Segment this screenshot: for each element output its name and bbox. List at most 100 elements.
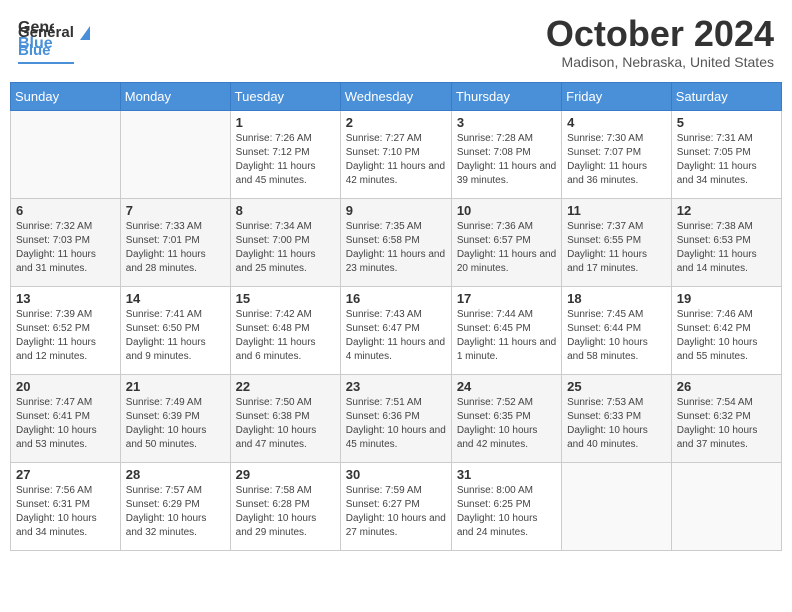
calendar-header-row: SundayMondayTuesdayWednesdayThursdayFrid… xyxy=(11,82,782,110)
col-header-saturday: Saturday xyxy=(671,82,781,110)
calendar-cell: 18 Sunrise: 7:45 AMSunset: 6:44 PMDayligh… xyxy=(562,286,672,374)
calendar-cell: 3 Sunrise: 7:28 AMSunset: 7:08 PMDaylight… xyxy=(451,110,561,198)
day-number: 17 xyxy=(457,291,556,306)
calendar-cell: 9Sunrise: 7:35 AMSunset: 6:58 PMDaylight… xyxy=(340,198,451,286)
calendar-cell: 20 Sunrise: 7:47 AMSunset: 6:41 PMDayligh… xyxy=(11,374,121,462)
calendar-week-3: 13 Sunrise: 7:39 AMSunset: 6:52 PMDayligh… xyxy=(11,286,782,374)
day-number: 10 xyxy=(457,203,556,218)
day-info: Sunrise: 7:33 AMSunset: 7:01 PMDaylight:… xyxy=(126,220,225,276)
calendar-cell: 8 Sunrise: 7:34 AMSunset: 7:00 PMDaylight… xyxy=(230,198,340,286)
calendar-cell xyxy=(11,110,121,198)
day-info: Sunrise: 7:27 AMSunset: 7:10 PMDaylight:… xyxy=(346,132,446,188)
day-info: Sunrise: 7:38 AMSunset: 6:53 PMDaylight:… xyxy=(677,220,776,276)
calendar-cell xyxy=(671,462,781,550)
day-info: Sunrise: 7:50 AMSunset: 6:38 PMDaylight:… xyxy=(236,396,335,452)
calendar-cell: 10 Sunrise: 7:36 AMSunset: 6:57 PMDayligh… xyxy=(451,198,561,286)
day-number: 1 xyxy=(236,115,335,130)
calendar-cell: 12Sunrise: 7:38 AMSunset: 6:53 PMDayligh… xyxy=(671,198,781,286)
day-info: Sunrise: 7:37 AMSunset: 6:55 PMDaylight:… xyxy=(567,220,666,276)
calendar-week-2: 6 Sunrise: 7:32 AMSunset: 7:03 PMDaylight… xyxy=(11,198,782,286)
day-info: Sunrise: 7:36 AMSunset: 6:57 PMDaylight:… xyxy=(457,220,556,276)
day-info: Sunrise: 7:42 AMSunset: 6:48 PMDaylight:… xyxy=(236,308,335,364)
calendar-cell: 2Sunrise: 7:27 AMSunset: 7:10 PMDaylight… xyxy=(340,110,451,198)
day-number: 15 xyxy=(236,291,335,306)
day-info: Sunrise: 7:30 AMSunset: 7:07 PMDaylight:… xyxy=(567,132,666,188)
calendar-cell: 16Sunrise: 7:43 AMSunset: 6:47 PMDayligh… xyxy=(340,286,451,374)
day-number: 11 xyxy=(567,203,666,218)
day-info: Sunrise: 7:57 AMSunset: 6:29 PMDaylight:… xyxy=(126,484,225,540)
day-number: 29 xyxy=(236,467,335,482)
day-info: Sunrise: 7:52 AMSunset: 6:35 PMDaylight:… xyxy=(457,396,556,452)
calendar-cell: 23Sunrise: 7:51 AMSunset: 6:36 PMDayligh… xyxy=(340,374,451,462)
day-number: 21 xyxy=(126,379,225,394)
day-number: 26 xyxy=(677,379,776,394)
day-number: 5 xyxy=(677,115,776,130)
location: Madison, Nebraska, United States xyxy=(546,54,774,70)
day-info: Sunrise: 7:31 AMSunset: 7:05 PMDaylight:… xyxy=(677,132,776,188)
day-info: Sunrise: 7:59 AMSunset: 6:27 PMDaylight:… xyxy=(346,484,446,540)
day-info: Sunrise: 8:00 AMSunset: 6:25 PMDaylight:… xyxy=(457,484,556,540)
calendar-table: SundayMondayTuesdayWednesdayThursdayFrid… xyxy=(10,82,782,551)
day-info: Sunrise: 7:49 AMSunset: 6:39 PMDaylight:… xyxy=(126,396,225,452)
day-number: 25 xyxy=(567,379,666,394)
calendar-cell: 28 Sunrise: 7:57 AMSunset: 6:29 PMDayligh… xyxy=(120,462,230,550)
calendar-cell: 26Sunrise: 7:54 AMSunset: 6:32 PMDayligh… xyxy=(671,374,781,462)
day-info: Sunrise: 7:41 AMSunset: 6:50 PMDaylight:… xyxy=(126,308,225,364)
day-info: Sunrise: 7:56 AMSunset: 6:31 PMDaylight:… xyxy=(16,484,115,540)
calendar-cell: 14 Sunrise: 7:41 AMSunset: 6:50 PMDayligh… xyxy=(120,286,230,374)
day-info: Sunrise: 7:45 AMSunset: 6:44 PMDaylight:… xyxy=(567,308,666,364)
day-info: Sunrise: 7:34 AMSunset: 7:00 PMDaylight:… xyxy=(236,220,335,276)
logo-line2: Blue xyxy=(18,42,90,60)
day-info: Sunrise: 7:39 AMSunset: 6:52 PMDaylight:… xyxy=(16,308,115,364)
month-title: October 2024 xyxy=(546,14,774,54)
day-info: Sunrise: 7:28 AMSunset: 7:08 PMDaylight:… xyxy=(457,132,556,188)
calendar-cell: 13 Sunrise: 7:39 AMSunset: 6:52 PMDayligh… xyxy=(11,286,121,374)
day-number: 8 xyxy=(236,203,335,218)
page-header: General Blue General Blue October 2024 M… xyxy=(10,10,782,74)
col-header-monday: Monday xyxy=(120,82,230,110)
day-info: Sunrise: 7:58 AMSunset: 6:28 PMDaylight:… xyxy=(236,484,335,540)
day-info: Sunrise: 7:46 AMSunset: 6:42 PMDaylight:… xyxy=(677,308,776,364)
col-header-tuesday: Tuesday xyxy=(230,82,340,110)
col-header-thursday: Thursday xyxy=(451,82,561,110)
calendar-cell: 6 Sunrise: 7:32 AMSunset: 7:03 PMDaylight… xyxy=(11,198,121,286)
calendar-cell: 24 Sunrise: 7:52 AMSunset: 6:35 PMDayligh… xyxy=(451,374,561,462)
title-area: October 2024 Madison, Nebraska, United S… xyxy=(546,14,774,70)
day-info: Sunrise: 7:47 AMSunset: 6:41 PMDaylight:… xyxy=(16,396,115,452)
calendar-cell xyxy=(120,110,230,198)
col-header-friday: Friday xyxy=(562,82,672,110)
calendar-cell: 22 Sunrise: 7:50 AMSunset: 6:38 PMDayligh… xyxy=(230,374,340,462)
day-number: 13 xyxy=(16,291,115,306)
day-number: 3 xyxy=(457,115,556,130)
day-info: Sunrise: 7:51 AMSunset: 6:36 PMDaylight:… xyxy=(346,396,446,452)
logo-line1: General xyxy=(18,24,90,42)
calendar-cell: 5 Sunrise: 7:31 AMSunset: 7:05 PMDaylight… xyxy=(671,110,781,198)
day-number: 6 xyxy=(16,203,115,218)
calendar-cell: 21 Sunrise: 7:49 AMSunset: 6:39 PMDayligh… xyxy=(120,374,230,462)
calendar-cell: 19 Sunrise: 7:46 AMSunset: 6:42 PMDayligh… xyxy=(671,286,781,374)
day-number: 4 xyxy=(567,115,666,130)
calendar-cell: 30Sunrise: 7:59 AMSunset: 6:27 PMDayligh… xyxy=(340,462,451,550)
day-info: Sunrise: 7:44 AMSunset: 6:45 PMDaylight:… xyxy=(457,308,556,364)
day-info: Sunrise: 7:32 AMSunset: 7:03 PMDaylight:… xyxy=(16,220,115,276)
day-number: 14 xyxy=(126,291,225,306)
day-number: 19 xyxy=(677,291,776,306)
col-header-sunday: Sunday xyxy=(11,82,121,110)
day-info: Sunrise: 7:53 AMSunset: 6:33 PMDaylight:… xyxy=(567,396,666,452)
calendar-week-1: 1 Sunrise: 7:26 AMSunset: 7:12 PMDaylight… xyxy=(11,110,782,198)
col-header-wednesday: Wednesday xyxy=(340,82,451,110)
calendar-cell: 4 Sunrise: 7:30 AMSunset: 7:07 PMDaylight… xyxy=(562,110,672,198)
day-number: 9 xyxy=(346,203,446,218)
day-info: Sunrise: 7:43 AMSunset: 6:47 PMDaylight:… xyxy=(346,308,446,364)
day-number: 28 xyxy=(126,467,225,482)
day-number: 18 xyxy=(567,291,666,306)
logo: General Blue General Blue xyxy=(18,14,90,64)
day-number: 20 xyxy=(16,379,115,394)
day-number: 24 xyxy=(457,379,556,394)
calendar-cell: 31 Sunrise: 8:00 AMSunset: 6:25 PMDayligh… xyxy=(451,462,561,550)
day-number: 31 xyxy=(457,467,556,482)
calendar-cell: 17 Sunrise: 7:44 AMSunset: 6:45 PMDayligh… xyxy=(451,286,561,374)
day-number: 27 xyxy=(16,467,115,482)
day-info: Sunrise: 7:26 AMSunset: 7:12 PMDaylight:… xyxy=(236,132,335,188)
day-number: 22 xyxy=(236,379,335,394)
